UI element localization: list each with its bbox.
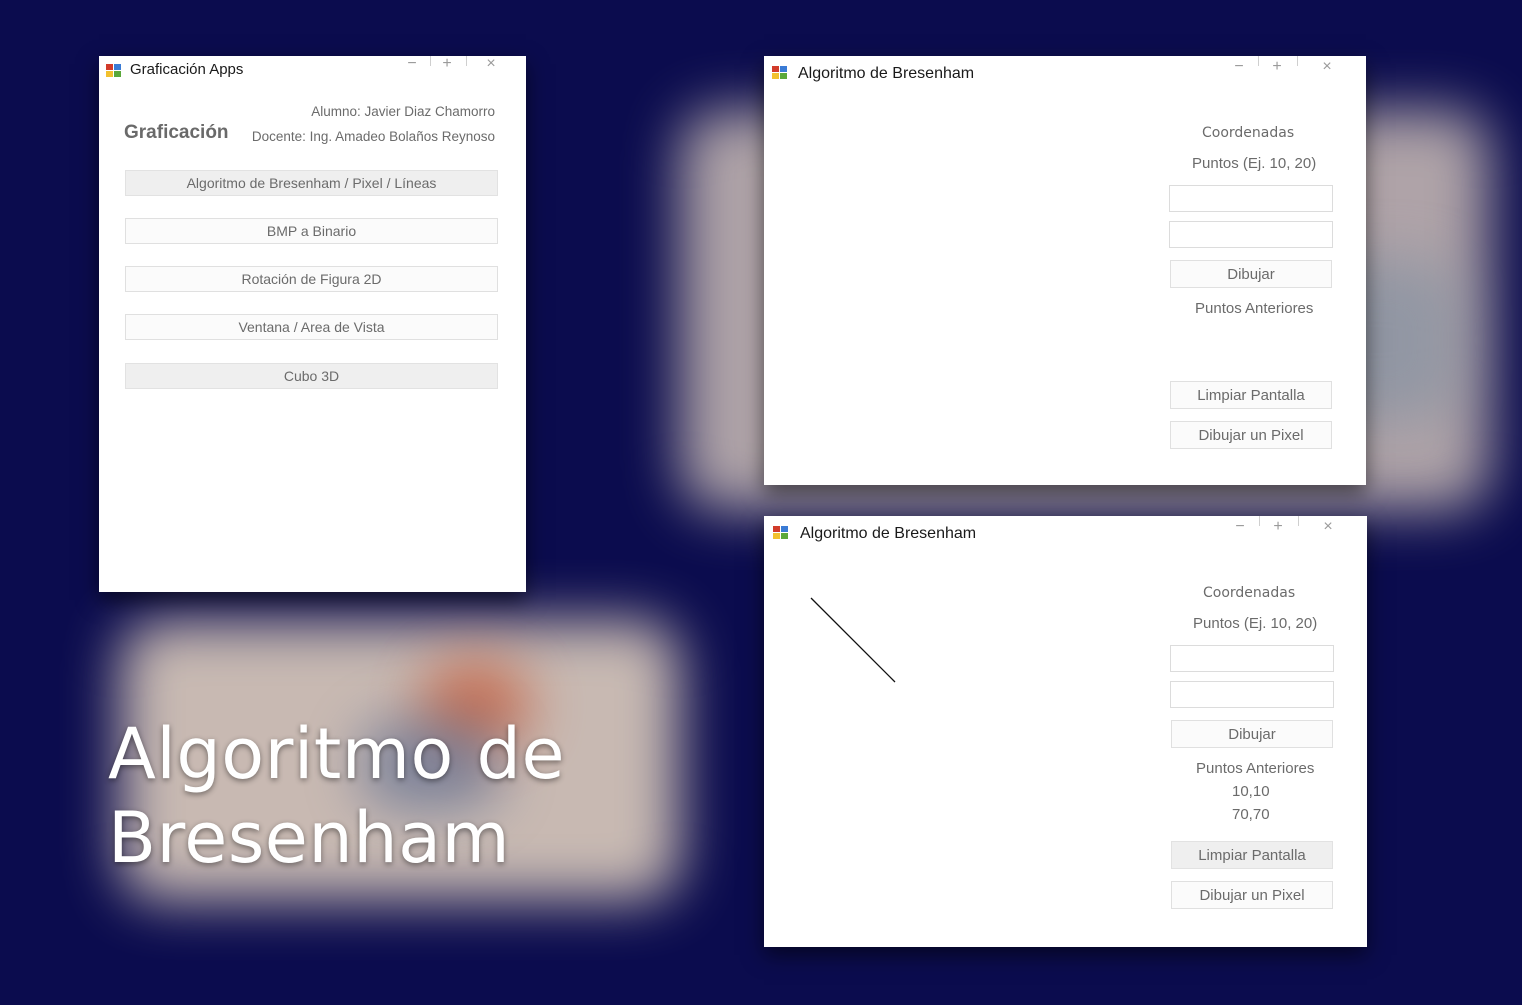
bresenham-window-empty: Algoritmo de Bresenham − + × Coordenadas… [764,56,1366,485]
bmp-to-binary-button[interactable]: BMP a Binario [125,218,498,244]
point2-input[interactable] [1170,681,1334,708]
coordinates-label: Coordenadas [1202,125,1295,141]
minimize-button[interactable]: − [397,56,427,74]
app-heading: Graficación [124,122,229,143]
minimize-button[interactable]: − [1225,519,1255,537]
maximize-button[interactable]: + [432,56,462,74]
app-icon [106,64,122,78]
overlay-title-line: Bresenham [108,797,511,879]
bresenham-line [810,597,896,683]
points-hint-label: Puntos (Ej. 10, 20) [1193,615,1318,632]
viewport-button[interactable]: Ventana / Area de Vista [125,314,498,340]
rotation-2d-button[interactable]: Rotación de Figura 2D [125,266,498,292]
points-hint-label: Puntos (Ej. 10, 20) [1192,155,1317,172]
teacher-label: Docente: Ing. Amadeo Bolaños Reynoso [251,129,495,144]
title-bar[interactable]: Graficación Apps − + × [99,56,526,86]
close-button[interactable]: × [1313,519,1343,537]
previous-points-label: Puntos Anteriores [1196,760,1315,777]
separator [1259,516,1260,526]
maximize-button[interactable]: + [1262,59,1292,77]
overlay-title-line: Algoritmo de [108,713,566,795]
separator [1297,56,1298,66]
separator [1298,516,1299,526]
student-label: Alumno: Javier Diaz Chamorro [311,104,495,119]
draw-button[interactable]: Dibujar [1171,720,1333,748]
app-icon [773,526,789,540]
drawing-canvas[interactable] [764,88,1159,485]
close-button[interactable]: × [1312,59,1342,77]
minimize-button[interactable]: − [1224,59,1254,77]
draw-pixel-button[interactable]: Dibujar un Pixel [1170,421,1332,449]
overlay-title: Algoritmo de Bresenham [108,712,565,880]
drawing-canvas[interactable] [764,548,1159,947]
bresenham-window-drawn: Algoritmo de Bresenham − + × Coordenadas… [764,516,1367,947]
separator [430,56,431,66]
point1-input[interactable] [1170,645,1334,672]
close-button[interactable]: × [476,56,506,74]
bresenham-menu-button[interactable]: Algoritmo de Bresenham / Pixel / Líneas [125,170,498,196]
draw-button[interactable]: Dibujar [1170,260,1332,288]
window-title: Graficación Apps [130,61,244,78]
app-icon [772,66,788,80]
previous-point-item: 70,70 [1232,806,1270,823]
previous-points-label: Puntos Anteriores [1195,300,1314,317]
window-title: Algoritmo de Bresenham [798,65,975,82]
title-bar[interactable]: Algoritmo de Bresenham − + × [764,56,1366,86]
graficacion-apps-window: Graficación Apps − + × Alumno: Javier Di… [99,56,526,592]
title-bar[interactable]: Algoritmo de Bresenham − + × [764,516,1367,546]
separator [466,56,467,66]
window-title: Algoritmo de Bresenham [800,525,977,542]
maximize-button[interactable]: + [1263,519,1293,537]
point1-input[interactable] [1169,185,1333,212]
previous-point-item: 10,10 [1232,783,1270,800]
draw-pixel-button[interactable]: Dibujar un Pixel [1171,881,1333,909]
separator [1258,56,1259,66]
coordinates-label: Coordenadas [1203,585,1296,601]
clear-screen-button[interactable]: Limpiar Pantalla [1170,381,1332,409]
cube-3d-button[interactable]: Cubo 3D [125,363,498,389]
clear-screen-button[interactable]: Limpiar Pantalla [1171,841,1333,869]
point2-input[interactable] [1169,221,1333,248]
